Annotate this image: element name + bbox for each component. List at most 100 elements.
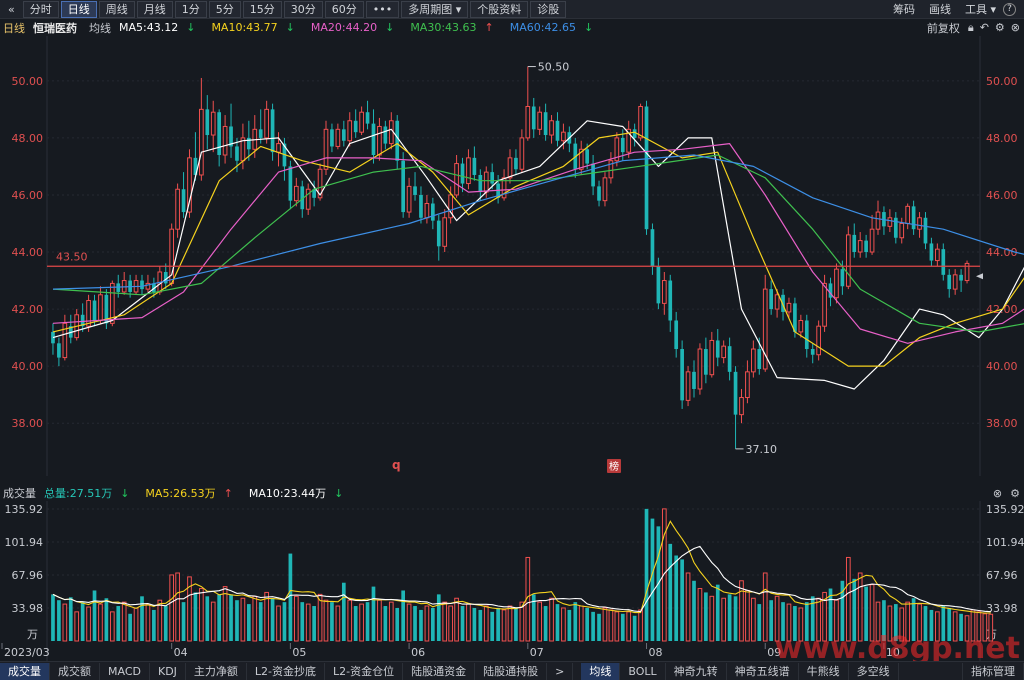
volume-bar-up xyxy=(722,598,726,641)
indicator-tab[interactable]: MACD xyxy=(100,663,150,680)
indicator-tab[interactable]: > xyxy=(547,663,573,680)
volume-bar-up xyxy=(502,610,506,641)
indicator-tab[interactable]: 成交量 xyxy=(0,663,50,680)
indicator-tab[interactable]: 成交额 xyxy=(50,663,100,680)
candle-up xyxy=(389,121,393,144)
close-icon[interactable]: ⊗ xyxy=(993,487,1002,500)
indicator-tab[interactable]: BOLL xyxy=(620,663,665,680)
volume-bar-down xyxy=(680,559,684,641)
undo-icon[interactable]: ↶ xyxy=(980,21,989,34)
volume-tick-right: 101.94 xyxy=(986,536,1024,549)
period-tab-fenshi[interactable]: 分时 xyxy=(23,1,59,18)
volume-bar-down xyxy=(395,608,399,641)
volume-bar-down xyxy=(300,602,304,641)
volume-bar-down xyxy=(651,519,655,641)
volume-bar-down xyxy=(384,606,388,641)
diagnose-button[interactable]: 诊股 xyxy=(530,1,566,18)
price-tick-left: 42.00 xyxy=(12,303,44,316)
ma60-value: MA60:42.65↓ xyxy=(510,21,601,34)
candle-up xyxy=(870,229,874,252)
tools-dropdown[interactable]: 工具 ▾ xyxy=(958,1,1003,17)
volume-bar-up xyxy=(63,604,67,641)
volume-bar-up xyxy=(407,604,411,641)
candle-down xyxy=(841,269,845,286)
help-icon[interactable]: ? xyxy=(1003,3,1016,16)
main-chart-header: 日线 恒瑞医药 均线 MA5:43.12↓ MA10:43.77↓ MA20:4… xyxy=(0,19,1024,36)
collapse-icon[interactable]: « xyxy=(2,2,21,17)
volume-bar-down xyxy=(366,602,370,641)
period-tab-15min[interactable]: 15分 xyxy=(243,1,282,18)
candle-down xyxy=(941,249,945,275)
moving-average-lines xyxy=(53,121,1024,389)
candle-down xyxy=(478,175,482,192)
indicator-tab[interactable]: KDJ xyxy=(150,663,186,680)
indicator-tab[interactable]: 多空线 xyxy=(849,663,899,680)
volume-bar-up xyxy=(615,612,619,641)
volume-bar-up xyxy=(609,610,613,641)
candle-up xyxy=(336,129,340,146)
indicator-tab[interactable]: 神奇五线谱 xyxy=(727,663,799,680)
adjust-dropdown[interactable]: 前复权 xyxy=(927,20,960,36)
volume-bar-up xyxy=(425,606,429,641)
candle-up xyxy=(799,320,803,331)
indicator-tab[interactable]: 主力净额 xyxy=(186,663,247,680)
period-tab-daily[interactable]: 日线 xyxy=(61,1,97,18)
ma-label[interactable]: 均线 xyxy=(89,20,111,36)
candle-down xyxy=(674,320,678,349)
settings-icon[interactable]: ⚙ xyxy=(1010,487,1020,500)
period-tab-60min[interactable]: 60分 xyxy=(325,1,364,18)
lock-icon[interactable]: 🔒︎ xyxy=(968,21,974,35)
volume-bar-down xyxy=(372,587,376,641)
indicator-tab[interactable]: 神奇九转 xyxy=(666,663,727,680)
volume-bar-down xyxy=(757,604,761,641)
volume-bar-up xyxy=(378,600,382,641)
volume-bar-down xyxy=(140,596,144,641)
candle-up xyxy=(324,129,328,169)
volume-chart[interactable]: 135.92135.92101.94101.9467.9667.9633.983… xyxy=(0,501,1024,661)
candle-up xyxy=(550,121,554,135)
indicator-tab[interactable]: 均线 xyxy=(581,663,620,680)
ma10-text: MA10:43.77 xyxy=(211,21,277,34)
volume-bar-up xyxy=(846,557,850,641)
candle-down xyxy=(585,149,589,163)
period-tab-30min[interactable]: 30分 xyxy=(284,1,323,18)
volume-title[interactable]: 成交量 xyxy=(3,485,36,501)
stock-name[interactable]: 恒瑞医药 xyxy=(33,20,77,36)
stock-info-button[interactable]: 个股资料 xyxy=(470,1,528,18)
low-label: 37.10 xyxy=(746,443,778,456)
volume-bar-down xyxy=(668,544,672,641)
candle-up xyxy=(639,107,643,138)
indicator-tab[interactable]: 陆股通持股 xyxy=(475,663,547,680)
draw-line-button[interactable]: 画线 xyxy=(922,1,958,17)
period-tab-1min[interactable]: 1分 xyxy=(175,1,207,18)
settings-icon[interactable]: ⚙ xyxy=(995,21,1005,34)
candle-down xyxy=(651,229,655,266)
multi-period-dropdown[interactable]: 多周期图 ▾ xyxy=(401,1,468,18)
volume-bar-down xyxy=(704,592,708,641)
indicator-tab[interactable]: 陆股通资金 xyxy=(403,663,475,680)
indicator-tab[interactable]: 指标管理 xyxy=(962,663,1024,680)
period-tab-monthly[interactable]: 月线 xyxy=(137,1,173,18)
volume-total-text: 总量:27.51万 xyxy=(44,487,112,500)
more-periods-button[interactable]: ••• xyxy=(366,1,399,18)
candlestick-chart[interactable]: 50.0048.0046.0044.0042.0040.0038.00 50.0… xyxy=(0,36,1024,484)
close-icon[interactable]: ⊗ xyxy=(1011,21,1020,34)
volume-bar-down xyxy=(271,598,275,641)
candle-down xyxy=(591,164,595,187)
candle-down xyxy=(852,235,856,252)
candle-up xyxy=(520,138,524,169)
indicator-tab[interactable]: L2-资金抄底 xyxy=(247,663,325,680)
up-arrow-icon: ↑ xyxy=(224,487,233,500)
period-tab-weekly[interactable]: 周线 xyxy=(99,1,135,18)
indicator-tab[interactable]: 牛熊线 xyxy=(799,663,849,680)
volume-bar-up xyxy=(158,600,162,641)
volume-ma10: MA10:23.44万↓ xyxy=(249,485,351,501)
candle-up xyxy=(360,112,364,132)
volume-bar-up xyxy=(579,606,583,641)
indicator-tab[interactable]: L2-资金仓位 xyxy=(325,663,403,680)
period-tab-5min[interactable]: 5分 xyxy=(209,1,241,18)
volume-bar-up xyxy=(538,602,542,641)
chips-button[interactable]: 筹码 xyxy=(886,1,922,17)
volume-bar-down xyxy=(568,610,572,641)
volume-bar-up xyxy=(562,608,566,641)
